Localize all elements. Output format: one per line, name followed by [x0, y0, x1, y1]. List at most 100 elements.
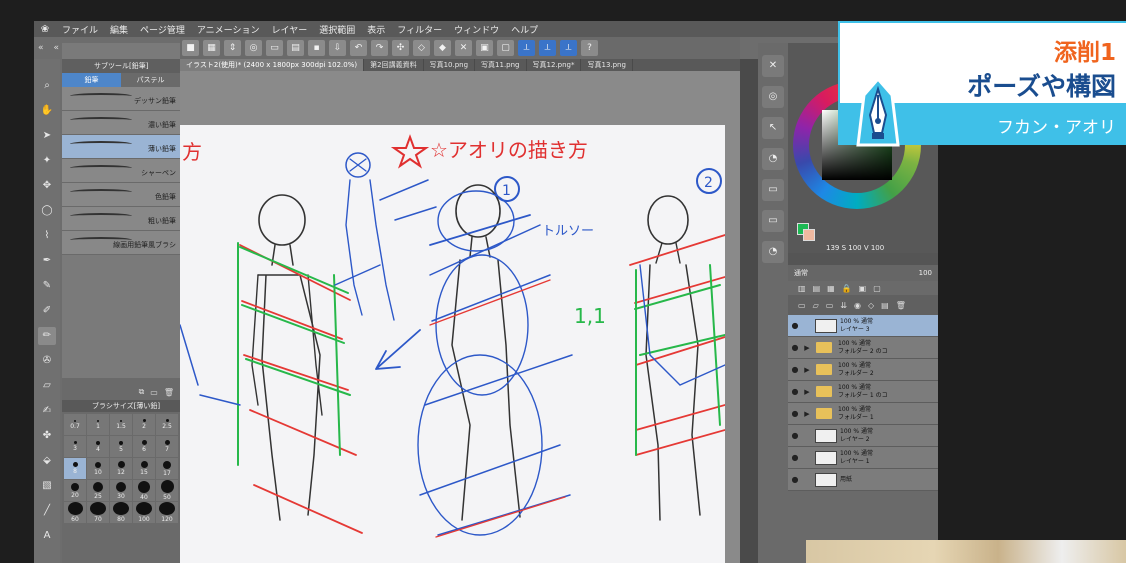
expand-arrow-icon[interactable]: ▶	[802, 388, 812, 396]
brush-item[interactable]: 線画用鉛筆風ブラシ	[62, 231, 180, 255]
brush-size-cell[interactable]: 80	[110, 502, 132, 523]
brush-size-cell[interactable]: 20	[64, 480, 86, 501]
spiral-icon[interactable]: ◎	[245, 40, 262, 56]
brush-size-cell[interactable]: 50	[156, 480, 178, 501]
fill-icon[interactable]: ◆	[434, 40, 451, 56]
brush-size-cell[interactable]: 1.5	[110, 414, 132, 435]
lasso-icon[interactable]: ◯	[38, 202, 56, 220]
brush-size-cell[interactable]: 3	[64, 436, 86, 457]
menu-file[interactable]: ファイル	[56, 23, 104, 36]
collapse-double-left-icon[interactable]: «	[54, 43, 60, 53]
pencil-tool-icon[interactable]: ✏	[38, 327, 56, 345]
show-selection-icon[interactable]: ▢	[497, 40, 514, 56]
document-tab[interactable]: 写真11.png	[475, 59, 527, 71]
airbrush-icon[interactable]: ✇	[38, 352, 56, 370]
eye-icon[interactable]: ●	[788, 431, 802, 440]
pencil-icon[interactable]: ✎	[38, 277, 56, 295]
figure-icon[interactable]: ✤	[38, 427, 56, 445]
brush-size-cell[interactable]: 6	[133, 436, 155, 457]
open-folder-icon[interactable]: ▤	[287, 40, 304, 56]
brush-size-cell[interactable]: 10	[87, 458, 109, 479]
folder-icon[interactable]: ▭	[762, 179, 784, 201]
gradient-icon[interactable]: ▧	[38, 477, 56, 495]
menu-layer[interactable]: レイヤー	[266, 23, 314, 36]
brush-size-cell[interactable]: 17	[156, 458, 178, 479]
layer-row[interactable]: ● 用紙	[788, 469, 938, 491]
special-ruler-snap-icon[interactable]: ⟂	[539, 40, 556, 56]
menu-animation[interactable]: アニメーション	[191, 23, 266, 36]
stop-icon[interactable]: ■	[182, 40, 199, 56]
clear-icon[interactable]: ◇	[413, 40, 430, 56]
expand-arrow-icon[interactable]: ▶	[802, 366, 812, 374]
menu-window[interactable]: ウィンドウ	[448, 23, 505, 36]
layer-property-icon[interactable]: ◔	[762, 148, 784, 170]
canvas-area[interactable]: ☆アオリの描き方 方 トルソー 1 2 1,1	[180, 71, 740, 563]
eye-icon[interactable]: ●	[788, 475, 802, 484]
lock-icon[interactable]: 🔒	[842, 284, 852, 293]
undo-icon[interactable]: ↶	[350, 40, 367, 56]
add-subtool-icon[interactable]: ▭	[150, 388, 158, 397]
menu-page[interactable]: ページ管理	[134, 23, 191, 36]
document-tab[interactable]: 写真12.png*	[527, 59, 582, 71]
brush-size-cell[interactable]: 40	[133, 480, 155, 501]
brush-size-cell[interactable]: 0.7	[64, 414, 86, 435]
mask-add-icon[interactable]: ◉	[854, 301, 861, 310]
mask-icon[interactable]: ▢	[873, 284, 881, 293]
tool-property-icon[interactable]: ✕	[762, 55, 784, 77]
dropper-icon[interactable]: ⌇	[38, 227, 56, 245]
line-icon[interactable]: ╱	[38, 502, 56, 520]
layer-row[interactable]: ● ▶ 100 % 通常 フォルダー 1	[788, 403, 938, 425]
deselect-icon[interactable]: ✣	[392, 40, 409, 56]
brush-item[interactable]: シャーペン	[62, 159, 180, 183]
blend-mode-select[interactable]: 通常	[794, 268, 808, 278]
collapse-double-left-icon[interactable]: «	[38, 43, 44, 53]
alpha-lock-icon[interactable]: ▣	[859, 284, 867, 293]
menu-edit[interactable]: 編集	[104, 23, 134, 36]
brush-size-cell[interactable]: 30	[110, 480, 132, 501]
canvas-paper[interactable]: ☆アオリの描き方 方 トルソー 1 2 1,1	[180, 125, 726, 563]
grid-snap-icon[interactable]: ⟂	[560, 40, 577, 56]
export-icon[interactable]: ⇩	[329, 40, 346, 56]
move-layer-icon[interactable]: ✥	[38, 177, 56, 195]
eye-icon[interactable]: ●	[788, 387, 802, 396]
save-icon[interactable]: ▪	[308, 40, 325, 56]
clip-icon[interactable]: ▥	[798, 284, 806, 293]
hand-icon[interactable]: ✋	[38, 102, 56, 120]
fill-bucket-icon[interactable]: ⬙	[38, 452, 56, 470]
copy-layer-icon[interactable]: ▤	[881, 301, 889, 310]
reference-icon[interactable]: ▤	[813, 284, 821, 293]
zoom-icon[interactable]: ⌕	[38, 77, 56, 95]
brush-size-cell[interactable]: 15	[133, 458, 155, 479]
document-tab[interactable]: 写真13.png	[581, 59, 633, 71]
eye-icon[interactable]: ●	[788, 409, 802, 418]
brush-size-cell[interactable]: 8	[64, 458, 86, 479]
brush-size-cell[interactable]: 5	[110, 436, 132, 457]
app-logo-icon[interactable]: ❀	[34, 24, 56, 35]
delete-layer-icon[interactable]: 🗑	[896, 301, 906, 310]
operation-icon[interactable]: ➤	[38, 127, 56, 145]
sub-color-swatch[interactable]	[803, 229, 815, 241]
eraser-icon[interactable]: ▱	[38, 377, 56, 395]
menu-filter[interactable]: フィルター	[391, 23, 448, 36]
expand-arrow-icon[interactable]: ▶	[802, 410, 812, 418]
delete-subtool-icon[interactable]: 🗑	[164, 388, 174, 397]
pen-icon[interactable]: ✒	[38, 252, 56, 270]
brush-size-cell[interactable]: 4	[87, 436, 109, 457]
brush-size-cell[interactable]: 25	[87, 480, 109, 501]
opacity-value[interactable]: 100	[919, 269, 932, 277]
brush-size-cell[interactable]: 12	[110, 458, 132, 479]
brush-item[interactable]: デッサン鉛筆	[62, 87, 180, 111]
new-vector-layer-icon[interactable]: ▱	[813, 301, 819, 310]
transform-icon[interactable]: ✕	[455, 40, 472, 56]
ruler-snap-icon[interactable]: ⟂	[518, 40, 535, 56]
grid-icon[interactable]: ▦	[203, 40, 220, 56]
brush-size-cell[interactable]: 1	[87, 414, 109, 435]
copy-subtool-icon[interactable]: ⧉	[139, 387, 145, 397]
merge-icon[interactable]: ⇊	[840, 301, 847, 310]
material-icon[interactable]: ↖	[762, 117, 784, 139]
crop-icon[interactable]: ▣	[476, 40, 493, 56]
brush-item[interactable]: 色鉛筆	[62, 183, 180, 207]
text-icon[interactable]: A	[38, 527, 56, 545]
layer-row[interactable]: ● ▶ 100 % 通常 フォルダー 2 のコ	[788, 337, 938, 359]
eye-icon[interactable]: ●	[788, 365, 802, 374]
